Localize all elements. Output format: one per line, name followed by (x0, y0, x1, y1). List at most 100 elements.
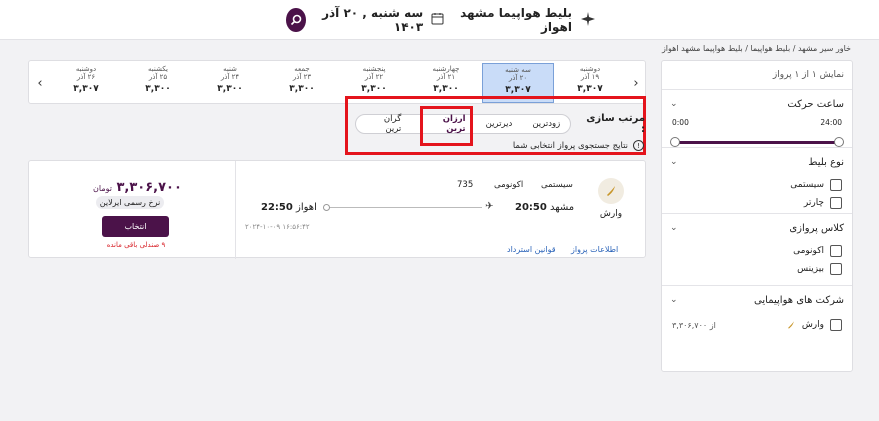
option-label: سیستمی (790, 180, 824, 190)
airlines-filter: شرکت های هواپیمایی ⌄ وارش از ۳,۳۰۶,۷۰۰ (662, 286, 852, 336)
flight-class-option[interactable]: اکونومی (662, 242, 852, 260)
flight-class: اکونومی (494, 180, 524, 190)
checkbox[interactable] (830, 179, 842, 191)
price-currency: تومان (93, 184, 112, 193)
ticket-type-filter: نوع بلیط ⌄ سیستمی چارتر (662, 148, 852, 214)
airline-option-price: از ۳,۳۰۶,۷۰۰ (672, 320, 716, 330)
ticket-type-option[interactable]: چارتر (662, 194, 852, 212)
chevron-down-icon[interactable]: ⌄ (670, 99, 678, 109)
flight-class-title: کلاس پروازی (789, 222, 844, 234)
checkbox[interactable] (830, 263, 842, 275)
airline-logo-icon (598, 178, 624, 204)
day-price: ۳,۳۰۷ (73, 84, 99, 94)
checkbox[interactable] (830, 245, 842, 257)
day-price: ۳,۳۰۰ (361, 84, 387, 94)
date-option[interactable]: شنبه ۲۴ آذر ۳,۳۰۰ (194, 63, 266, 103)
airline-option[interactable]: وارش از ۳,۳۰۶,۷۰۰ (662, 314, 852, 336)
airline-logo-icon (787, 321, 794, 329)
sort-option-earliest[interactable]: زودترین (522, 119, 570, 129)
search-icon (290, 14, 302, 26)
aircraft-model: 735 (457, 180, 474, 190)
day-date: ۲۵ آذر (148, 73, 168, 81)
price-value: ۳,۳۰۶,۷۰۰ (116, 180, 182, 195)
option-label: اکونومی (793, 246, 824, 256)
plane-icon (580, 11, 596, 30)
day-price: ۳,۳۰۰ (217, 84, 243, 94)
select-button[interactable]: انتخاب (102, 216, 169, 237)
departure-filter-title: ساعت حرکت (787, 98, 844, 110)
day-date: ۲۱ آذر (436, 73, 456, 81)
fare-badge: نرخ رسمی ایرلاین (96, 196, 164, 209)
sort-option-latest[interactable]: دیرترین (476, 119, 523, 129)
results-count-section: نمایش ۱ از ۱ پرواز (662, 61, 852, 90)
day-date: ۲۲ آذر (364, 73, 384, 81)
breadcrumb[interactable]: خاور سیر مشهد / بلیط هواپیما / بلیط هواپ… (662, 44, 851, 53)
chevron-down-icon[interactable]: ⌄ (670, 223, 678, 233)
info-icon: ! (633, 140, 644, 151)
sort-bar: مرتب سازی : زودترین دیرترین ارزان ترین گ… (355, 113, 645, 135)
notice-text: نتایج جستجوی پرواز انتخابی شما (512, 140, 628, 151)
sort-label: مرتب سازی : (586, 113, 645, 135)
route-line (327, 207, 482, 208)
flight-price: ۳,۳۰۶,۷۰۰ تومان (93, 180, 182, 195)
slider-knob-min[interactable] (670, 137, 680, 147)
chevron-down-icon[interactable]: ⌄ (670, 157, 678, 167)
airline-option-main: وارش (786, 319, 842, 331)
checkbox[interactable] (830, 319, 842, 331)
airlines-filter-header[interactable]: شرکت های هواپیمایی ⌄ (662, 286, 852, 314)
day-date: ۲۴ آذر (220, 73, 240, 81)
day-name: یکشنبه (147, 65, 169, 73)
slider-track (676, 141, 838, 144)
sort-option-expensive[interactable]: گران ترین (356, 114, 411, 134)
seats-left: ۹ صندلی باقی مانده (106, 241, 166, 249)
airline-name: وارش (599, 209, 623, 219)
day-date: ۲۳ آذر (292, 73, 312, 81)
results-notice: ! نتایج جستجوی پرواز انتخابی شما (480, 140, 644, 151)
ticket-type-header[interactable]: نوع بلیط ⌄ (662, 148, 852, 176)
calendar-icon (431, 12, 444, 28)
day-name: جمعه (294, 65, 310, 73)
departure-time: 20:50 (515, 202, 547, 213)
day-name: شنبه (223, 65, 237, 73)
destination-city: اهواز (296, 202, 317, 213)
top-header: بلیط هواپیما مشهد اهواز سه شنبه , ۲۰ آذر… (0, 0, 879, 40)
checkbox[interactable] (830, 197, 842, 209)
day-date: ۱۹ آذر (580, 73, 600, 81)
date-option[interactable]: دوشنبه ۲۶ آذر ۳,۳۰۷ (50, 63, 122, 103)
airline-option-name: وارش (801, 320, 824, 330)
search-button[interactable] (286, 8, 306, 32)
slider-knob-max[interactable] (834, 137, 844, 147)
filter-sidebar: نمایش ۱ از ۱ پرواز ساعت حرکت ⌄ 0:00 24:0… (661, 60, 853, 372)
day-price: ۳,۳۰۷ (505, 85, 531, 95)
search-date: سه شنبه , ۲۰ آذر ۱۴۰۳ (322, 6, 424, 34)
departure-filter-header[interactable]: ساعت حرکت ⌄ (662, 90, 852, 118)
option-label: بیزینس (797, 264, 824, 274)
flight-class-filter: کلاس پروازی ⌄ اکونومی بیزینس (662, 214, 852, 286)
chevron-down-icon[interactable]: ⌄ (670, 295, 678, 305)
destination: اهواز 22:50 (261, 202, 317, 213)
results-count: نمایش ۱ از ۱ پرواز (772, 70, 844, 80)
airlines-filter-title: شرکت های هواپیمایی (754, 294, 844, 306)
option-label: چارتر (803, 198, 824, 208)
flight-class-header[interactable]: کلاس پروازی ⌄ (662, 214, 852, 242)
flight-class-option[interactable]: بیزینس (662, 260, 852, 278)
day-price: ۳,۳۰۰ (433, 84, 459, 94)
flight-info-link[interactable]: اطلاعات پرواز (571, 245, 618, 254)
day-price: ۳,۳۰۰ (145, 84, 171, 94)
date-option[interactable]: جمعه ۲۳ آذر ۳,۳۰۰ (266, 63, 338, 103)
route-title: بلیط هواپیما مشهد اهواز (460, 6, 572, 34)
day-price: ۳,۳۰۷ (577, 84, 603, 94)
date-option[interactable]: یکشنبه ۲۵ آذر ۳,۳۰۰ (122, 63, 194, 103)
chevron-left-icon[interactable]: ‹ (29, 61, 51, 105)
origin: مشهد 20:50 (515, 202, 574, 213)
cheapest-highlight-box (420, 106, 473, 146)
card-divider (235, 161, 236, 259)
day-name: سه شنبه (505, 66, 531, 74)
day-name: دوشنبه (75, 65, 97, 73)
refund-rules-link[interactable]: قوانین استرداد (507, 245, 556, 254)
departure-min: 0:00 (672, 118, 689, 127)
route-dot (323, 204, 330, 211)
ticket-type-option[interactable]: سیستمی (662, 176, 852, 194)
day-date: ۲۰ آذر (508, 74, 528, 82)
day-name: دوشنبه (579, 65, 601, 73)
